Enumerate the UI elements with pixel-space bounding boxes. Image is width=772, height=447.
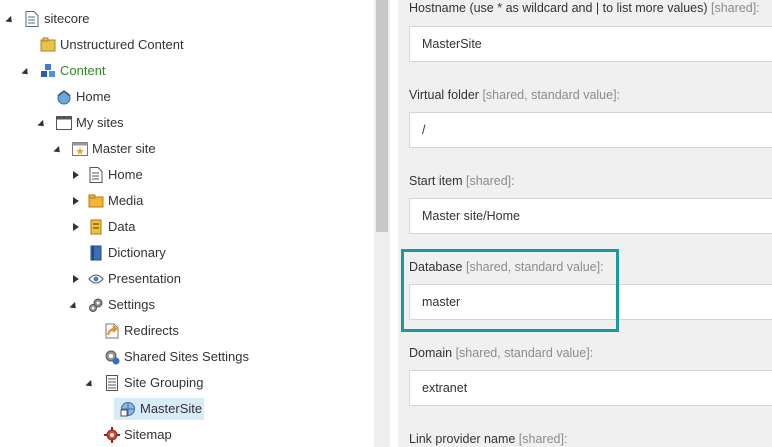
virtual-folder-field[interactable]: / <box>409 112 772 148</box>
sitemap-icon <box>104 427 120 443</box>
tree-node-site-grouping[interactable]: Site Grouping <box>0 370 370 396</box>
tree-label: Presentation <box>108 271 181 286</box>
content-tree: sitecore Unstructured Content Content Ho… <box>0 0 374 447</box>
list-icon <box>104 375 120 391</box>
start-item-label: Start item [shared]: <box>409 174 515 188</box>
field-value: MasterSite <box>422 37 482 51</box>
tree-label: Dictionary <box>108 245 166 260</box>
tree-label: Data <box>108 219 136 234</box>
collapse-toggle[interactable] <box>21 67 31 77</box>
tree-label: sitecore <box>44 11 90 26</box>
tree-label: Home <box>108 167 143 182</box>
tree-label: Shared Sites Settings <box>124 349 250 364</box>
gears-icon <box>88 297 104 313</box>
collapse-toggle[interactable] <box>5 15 15 25</box>
field-title: Hostname (use * as wildcard and | to lis… <box>409 1 708 15</box>
tree-node-master-home[interactable]: Home <box>0 162 370 188</box>
field-title: Virtual folder <box>409 88 479 102</box>
domain-label: Domain [shared, standard value]: <box>409 346 593 360</box>
document-icon <box>88 167 104 183</box>
tree-label: MasterSite <box>140 401 203 416</box>
field-value: extranet <box>422 381 468 395</box>
database-highlight-box <box>401 249 619 332</box>
tree-node-dictionary[interactable]: Dictionary <box>0 240 370 266</box>
tree-node-content[interactable]: Content <box>0 58 370 84</box>
tree-node-my-sites[interactable]: My sites <box>0 110 370 136</box>
collapse-toggle[interactable] <box>85 379 95 389</box>
tree-node-shared-sites-settings[interactable]: Shared Sites Settings <box>0 344 370 370</box>
field-tag: [shared]: <box>465 174 515 188</box>
expand-toggle[interactable] <box>71 170 81 180</box>
tree-label: Content <box>60 63 106 78</box>
start-item-field[interactable]: Master site/Home <box>409 198 772 234</box>
tree-node-sitemap[interactable]: Sitemap <box>0 422 370 447</box>
collapse-toggle[interactable] <box>69 301 79 311</box>
tree-label: My sites <box>76 115 124 130</box>
tree-label: Media <box>108 193 144 208</box>
shared-gear-icon <box>104 349 120 365</box>
media-folder-icon <box>88 193 104 209</box>
tree-label: Unstructured Content <box>60 37 184 52</box>
folder-icon <box>40 37 56 53</box>
tree-node-redirects[interactable]: Redirects <box>0 318 370 344</box>
tree-label: Sitemap <box>124 427 172 442</box>
scrollbar-thumb[interactable] <box>376 0 388 232</box>
hostname-field[interactable]: MasterSite <box>409 26 772 62</box>
field-value: / <box>422 123 426 137</box>
field-title: Link provider name <box>409 432 516 446</box>
field-value: Master site/Home <box>422 209 520 223</box>
collapse-toggle[interactable] <box>37 119 47 129</box>
tree-node-data[interactable]: Data <box>0 214 370 240</box>
tree-scrollbar[interactable] <box>374 0 390 447</box>
tree-node-sitecore[interactable]: sitecore <box>0 6 370 32</box>
book-icon <box>88 245 104 261</box>
link-provider-label: Link provider name [shared]: <box>409 432 567 446</box>
tree-node-media[interactable]: Media <box>0 188 370 214</box>
cubes-icon <box>40 63 56 79</box>
tree-label: Redirects <box>124 323 179 338</box>
domain-field[interactable]: extranet <box>409 370 772 406</box>
expand-toggle[interactable] <box>71 196 81 206</box>
site-star-icon <box>72 141 88 157</box>
virtual-folder-label: Virtual folder [shared, standard value]: <box>409 88 620 102</box>
tree-node-mastersite[interactable]: MasterSite <box>0 396 370 422</box>
data-icon <box>88 219 104 235</box>
site-globe-icon <box>120 401 136 417</box>
tree-node-settings[interactable]: Settings <box>0 292 370 318</box>
field-editor: Hostname (use * as wildcard and | to lis… <box>398 0 772 447</box>
tree-node-unstructured-content[interactable]: Unstructured Content <box>0 32 370 58</box>
field-tag: [shared]: <box>711 1 760 15</box>
eye-icon <box>88 271 104 287</box>
tree-label: Home <box>76 89 111 104</box>
tree-node-master-site[interactable]: Master site <box>0 136 370 162</box>
tree-label: Site Grouping <box>124 375 204 390</box>
tree-label: Master site <box>92 141 156 156</box>
field-title: Start item <box>409 174 463 188</box>
field-title: Domain <box>409 346 453 360</box>
field-tag: [shared, standard value]: <box>482 88 621 102</box>
home-globe-icon <box>56 89 72 105</box>
tree-label: Settings <box>108 297 155 312</box>
tree-node-home[interactable]: Home <box>0 84 370 110</box>
window-icon <box>56 115 72 131</box>
hostname-label: Hostname (use * as wildcard and | to lis… <box>409 1 760 15</box>
pane-splitter[interactable] <box>390 0 398 447</box>
document-icon <box>24 11 40 27</box>
collapse-toggle[interactable] <box>53 145 63 155</box>
tree-node-presentation[interactable]: Presentation <box>0 266 370 292</box>
expand-toggle[interactable] <box>71 274 81 284</box>
field-tag: [shared, standard value]: <box>455 346 594 360</box>
expand-toggle[interactable] <box>71 222 81 232</box>
redirect-icon <box>104 323 120 339</box>
field-tag: [shared]: <box>518 432 568 446</box>
